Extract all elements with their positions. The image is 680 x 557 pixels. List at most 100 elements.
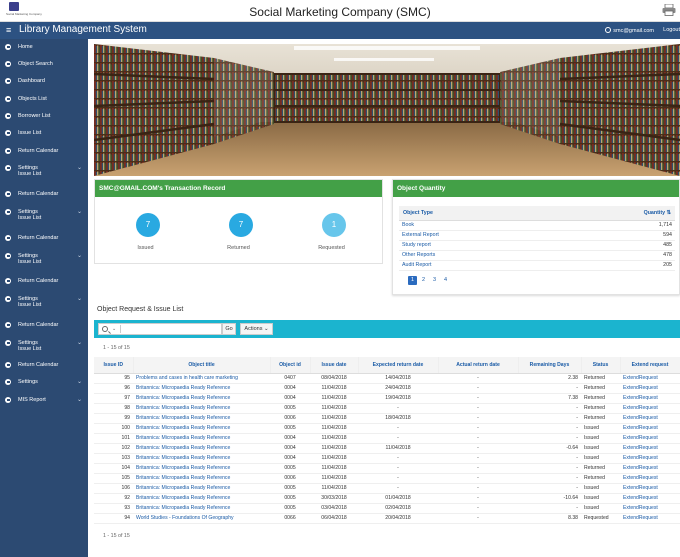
object-type-link[interactable]: Audit Report <box>399 260 551 271</box>
col-object-type[interactable]: Object Type <box>399 206 551 221</box>
extend-request-link[interactable]: ExtendRequest <box>620 493 680 504</box>
object-title-link[interactable]: Britannica: Micropaedia Ready Reference <box>133 433 270 444</box>
extend-request-link[interactable]: ExtendRequest <box>620 423 680 434</box>
sidebar-item-return-calendar[interactable]: Return Calendar <box>0 145 88 159</box>
object-title-link[interactable]: Britannica: Micropaedia Ready Reference <box>133 393 270 404</box>
object-title-link[interactable]: Britannica: Micropaedia Ready Reference <box>133 483 270 494</box>
object-title-link[interactable]: Britannica: Micropaedia Ready Reference <box>133 453 270 464</box>
extend-request-link[interactable]: ExtendRequest <box>620 373 680 384</box>
issue-id: 102 <box>94 443 133 454</box>
sidebar-item-return-calendar[interactable]: Return Calendar <box>0 275 88 289</box>
pagination: 1234 <box>408 276 452 285</box>
sidebar-item-return-calendar[interactable]: Return Calendar <box>0 232 88 246</box>
page-1[interactable]: 1 <box>408 276 417 285</box>
issue-id: 94 <box>94 513 133 524</box>
chevron-down-icon: ⌄ <box>76 379 82 385</box>
transaction-record-card: SMC@GMAIL.COM's Transaction Record 7 Iss… <box>94 179 383 264</box>
hamburger-icon[interactable]: ≡ <box>6 26 11 35</box>
object-title-link[interactable]: World Studies - Foundations Of Geography <box>133 513 270 524</box>
col-object-id[interactable]: Object id <box>270 357 311 374</box>
object-title-link[interactable]: Britannica: Micropaedia Ready Reference <box>133 443 270 454</box>
nav-icon <box>5 148 11 154</box>
sidebar-item-borrower-list[interactable]: Borrower List <box>0 110 88 124</box>
extend-request-link[interactable]: ExtendRequest <box>620 433 680 444</box>
object-quantity-card: Object Quantity Object Type Quantity ⇅ B… <box>392 179 680 295</box>
extend-request-link[interactable]: ExtendRequest <box>620 463 680 474</box>
sidebar-item-issue-list[interactable]: Issue List <box>0 127 88 141</box>
page-3[interactable]: 3 <box>430 276 439 285</box>
object-title-link[interactable]: Britannica: Micropaedia Ready Reference <box>133 383 270 394</box>
issued-label: Issued <box>137 245 154 251</box>
object-title-link[interactable]: Britannica: Micropaedia Ready Reference <box>133 473 270 484</box>
page-2[interactable]: 2 <box>419 276 428 285</box>
extend-request-link[interactable]: ExtendRequest <box>620 443 680 454</box>
object-type-link[interactable]: Book <box>399 220 551 231</box>
sidebar-item-settings[interactable]: Settings Issue List ⌄ <box>0 337 88 355</box>
user-menu[interactable]: smc@gmail.com <box>605 27 654 34</box>
sidebar-item-settings[interactable]: Settings ⌄ <box>0 376 88 390</box>
sidebar-item-object-search[interactable]: Object Search <box>0 58 88 72</box>
object-title-link[interactable]: Britannica: Micropaedia Ready Reference <box>133 493 270 504</box>
extend-request-link[interactable]: ExtendRequest <box>620 393 680 404</box>
object-title-link[interactable]: Britannica: Micropaedia Ready Reference <box>133 413 270 424</box>
col-quantity[interactable]: Quantity ⇅ <box>550 206 675 221</box>
col-object-title[interactable]: Object title <box>133 357 271 374</box>
sidebar-item-return-calendar[interactable]: Return Calendar <box>0 319 88 333</box>
logout-link[interactable]: Logout <box>663 27 680 33</box>
table-row: Other Reports 478 <box>399 250 675 261</box>
sidebar-item-settings[interactable]: Settings Issue List ⌄ <box>0 293 88 311</box>
object-title-link[interactable]: Britannica: Micropaedia Ready Reference <box>133 423 270 434</box>
actions-button[interactable]: Actions ⌄ <box>240 323 273 335</box>
object-title-link[interactable]: Problems and cases in health care market… <box>133 373 270 384</box>
sidebar-item-home[interactable]: Home <box>0 41 88 55</box>
issue-id: 97 <box>94 393 133 404</box>
object-title-link[interactable]: Britannica: Micropaedia Ready Reference <box>133 503 270 514</box>
requested-count: 1 <box>322 213 346 237</box>
library-hero-image <box>94 44 680 176</box>
col-remaining-days[interactable]: Remaining Days <box>518 357 582 374</box>
object-type-link[interactable]: Other Reports <box>399 250 551 261</box>
col-actual-return[interactable]: Actual return date <box>438 357 519 374</box>
sidebar-item-mis-report[interactable]: MIS Report ⌄ <box>0 394 88 408</box>
sidebar-item-objects-list[interactable]: Objects List <box>0 93 88 107</box>
sidebar-item-settings[interactable]: Settings Issue List ⌄ <box>0 206 88 224</box>
expected-return-date: - <box>358 453 438 464</box>
col-issue-id[interactable]: Issue ID <box>94 357 134 374</box>
extend-request-link[interactable]: ExtendRequest <box>620 513 680 524</box>
object-title-link[interactable]: Britannica: Micropaedia Ready Reference <box>133 403 270 414</box>
requested-label: Requested <box>318 245 345 251</box>
col-extend-request[interactable]: Extend request <box>620 357 680 374</box>
request-list-title: Object Request & Issue List <box>97 306 184 313</box>
sidebar-item-settings[interactable]: Settings Issue List ⌄ <box>0 162 88 180</box>
extend-request-link[interactable]: ExtendRequest <box>620 383 680 394</box>
object-type-link[interactable]: External Report <box>399 230 551 241</box>
extend-request-link[interactable]: ExtendRequest <box>620 483 680 494</box>
table-row: External Report 594 <box>399 230 675 241</box>
go-button[interactable]: Go <box>222 323 236 335</box>
col-issue-date[interactable]: Issue date <box>310 357 359 374</box>
extend-request-link[interactable]: ExtendRequest <box>620 403 680 414</box>
printer-icon[interactable] <box>662 4 676 16</box>
col-status[interactable]: Status <box>581 357 621 374</box>
object-title-link[interactable]: Britannica: Micropaedia Ready Reference <box>133 463 270 474</box>
nav-icon <box>5 362 11 368</box>
actual-return-date: - <box>438 393 518 404</box>
extend-request-link[interactable]: ExtendRequest <box>620 413 680 424</box>
sidebar-item-return-calendar[interactable]: Return Calendar <box>0 359 88 373</box>
object-id: 0407 <box>270 373 310 384</box>
actual-return-date: - <box>438 453 518 464</box>
extend-request-link[interactable]: ExtendRequest <box>620 473 680 484</box>
status: Issued <box>581 443 620 454</box>
sidebar-item-settings[interactable]: Settings Issue List ⌄ <box>0 250 88 268</box>
sidebar-item-dashboard[interactable]: Dashboard <box>0 75 88 89</box>
sidebar-item-return-calendar[interactable]: Return Calendar <box>0 188 88 202</box>
search-icon[interactable] <box>102 326 108 332</box>
col-expected-return[interactable]: Expected return date <box>358 357 439 374</box>
extend-request-link[interactable]: ExtendRequest <box>620 503 680 514</box>
actions-label: Actions <box>244 326 263 332</box>
search-input[interactable]: ⌄ <box>98 323 222 335</box>
chevron-down-icon[interactable]: ⌄ <box>112 326 116 332</box>
object-type-link[interactable]: Study report <box>399 240 551 251</box>
page-4[interactable]: 4 <box>441 276 450 285</box>
extend-request-link[interactable]: ExtendRequest <box>620 453 680 464</box>
